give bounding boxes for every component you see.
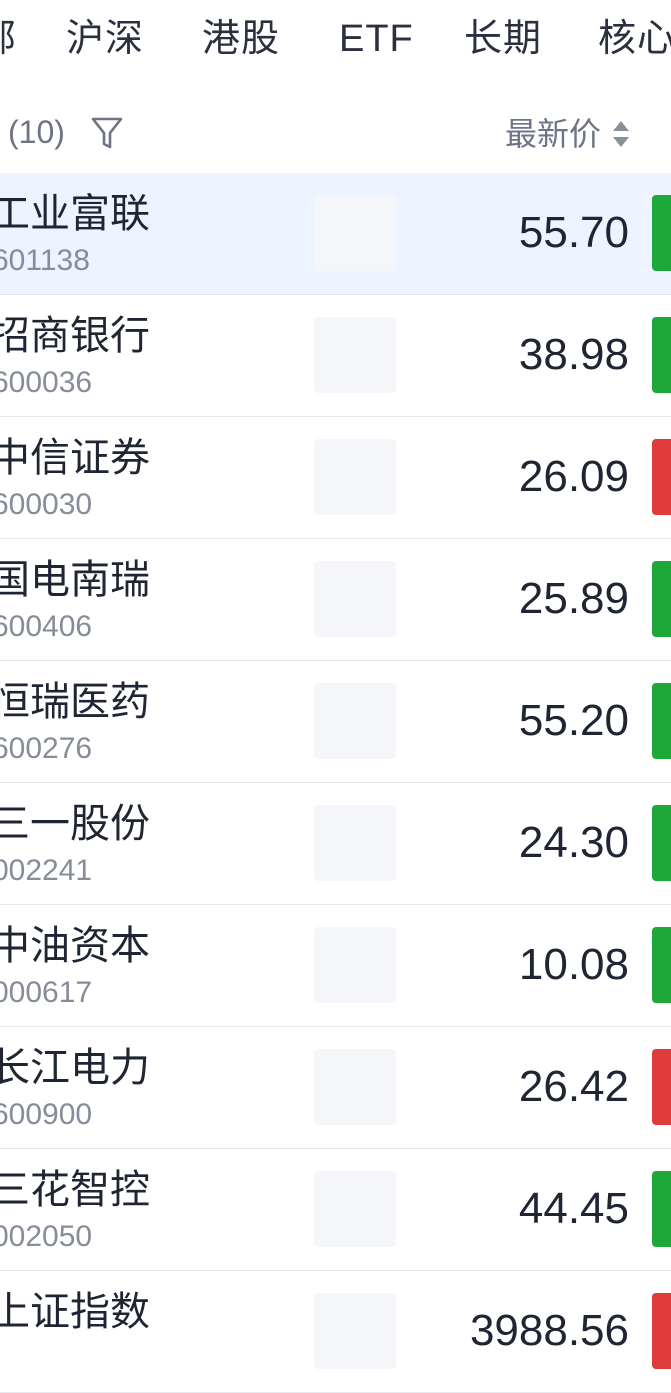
sparkline-chart: [314, 1049, 396, 1125]
stock-code: 600276: [0, 732, 93, 765]
stock-count: (10): [8, 114, 65, 150]
stock-code: 600406: [0, 610, 93, 643]
sparkline-chart: [314, 683, 396, 759]
sort-by-latest-price[interactable]: 最新价: [505, 114, 601, 154]
latest-price: 3988.56: [469, 1306, 629, 1355]
stock-name: 中油资本: [0, 924, 150, 968]
latest-price: 44.45: [518, 1184, 629, 1233]
stock-row[interactable]: 招商银行 600036 38.98: [0, 295, 671, 417]
latest-price: 55.20: [518, 696, 629, 745]
stock-row[interactable]: 上证指数 3988.56: [0, 1271, 671, 1393]
stock-row[interactable]: 长江电力 600900 26.42: [0, 1027, 671, 1149]
stock-row[interactable]: 国电南瑞 600406 25.89: [0, 539, 671, 661]
tab-hk-stocks[interactable]: 港股: [202, 14, 280, 64]
stock-name: 工业富联: [0, 192, 150, 236]
stock-code: 600900: [0, 1098, 93, 1131]
stock-list: 工业富联 601138 55.70 招商银行 600036 38.98 中信证券 600030…: [0, 173, 671, 1393]
stock-name: 三花智控: [0, 1168, 150, 1212]
stock-row[interactable]: 中油资本 000617 10.08: [0, 905, 671, 1027]
latest-price: 26.09: [518, 452, 629, 501]
stock-row[interactable]: 恒瑞医药 600276 55.20: [0, 661, 671, 783]
sparkline-chart: [314, 561, 396, 637]
stock-name: 恒瑞医药: [0, 680, 150, 724]
stock-name: 长江电力: [0, 1046, 150, 1090]
latest-price: 25.89: [518, 574, 629, 623]
stock-code: 000617: [0, 976, 93, 1009]
price-change-badge[interactable]: [652, 1049, 671, 1125]
stock-code: 002050: [0, 1220, 93, 1253]
price-change-badge[interactable]: [652, 561, 671, 637]
sparkline-chart: [314, 439, 396, 515]
list-header: (10) 最新价: [0, 100, 671, 170]
stock-row[interactable]: 三花智控 002050 44.45: [0, 1149, 671, 1271]
stock-row[interactable]: 三一股份 002241 24.30: [0, 783, 671, 905]
price-change-badge[interactable]: [652, 195, 671, 271]
latest-price: 38.98: [518, 330, 629, 379]
stock-name: 中信证券: [0, 436, 150, 480]
price-change-badge[interactable]: [652, 1171, 671, 1247]
tab-etf[interactable]: ETF: [339, 14, 414, 64]
latest-price: 10.08: [518, 940, 629, 989]
sparkline-chart: [314, 1171, 396, 1247]
price-change-badge[interactable]: [652, 683, 671, 759]
price-change-badge[interactable]: [652, 439, 671, 515]
stock-code: 600036: [0, 366, 93, 399]
market-tab-bar: 部 沪深 港股 ETF 长期 核心: [0, 0, 671, 78]
sparkline-chart: [314, 805, 396, 881]
stock-code: 600030: [0, 488, 93, 521]
tab-core[interactable]: 核心: [598, 14, 671, 64]
stock-code: 002241: [0, 854, 93, 887]
latest-price: 26.42: [518, 1062, 629, 1111]
stock-name: 三一股份: [0, 802, 150, 846]
price-change-badge[interactable]: [652, 927, 671, 1003]
sparkline-chart: [314, 195, 396, 271]
sparkline-chart: [314, 1293, 396, 1369]
price-change-badge[interactable]: [652, 1293, 671, 1369]
latest-price: 24.30: [518, 818, 629, 867]
tab-hushen[interactable]: 沪深: [66, 14, 144, 64]
stock-name: 招商银行: [0, 314, 150, 358]
stock-name: 上证指数: [0, 1290, 150, 1334]
tab-all[interactable]: 部: [0, 14, 17, 64]
latest-price: 55.70: [518, 208, 629, 257]
sort-arrows-icon[interactable]: [609, 116, 633, 152]
stock-name: 国电南瑞: [0, 558, 150, 602]
price-change-badge[interactable]: [652, 805, 671, 881]
sparkline-chart: [314, 317, 396, 393]
price-change-badge[interactable]: [652, 317, 671, 393]
filter-icon[interactable]: [90, 114, 124, 152]
stock-code: 601138: [0, 244, 90, 277]
stock-row[interactable]: 工业富联 601138 55.70: [0, 173, 671, 295]
stock-row[interactable]: 中信证券 600030 26.09: [0, 417, 671, 539]
sparkline-chart: [314, 927, 396, 1003]
tab-long-term[interactable]: 长期: [464, 14, 542, 64]
